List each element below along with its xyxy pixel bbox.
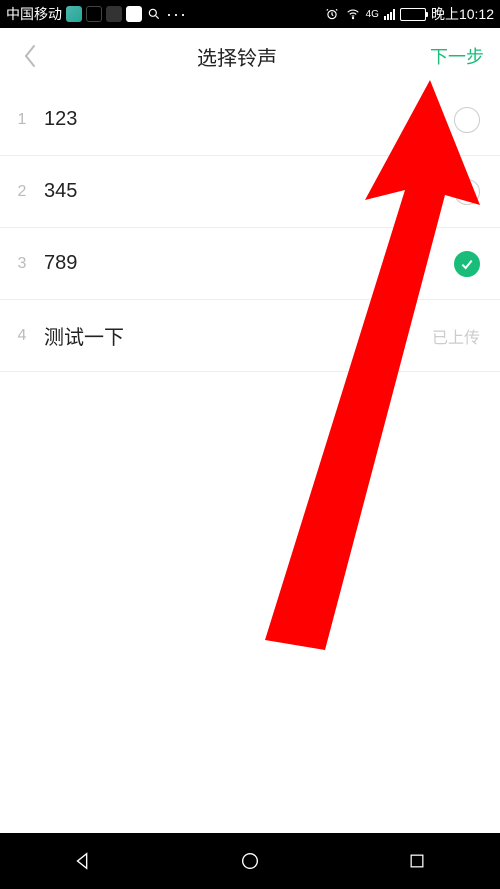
app-header: 选择铃声 下一步 (0, 28, 500, 84)
app-icon-3 (106, 6, 122, 22)
list-item-label: 测试一下 (44, 321, 432, 350)
app-icon-1 (66, 6, 82, 22)
list-item-number: 1 (0, 111, 44, 129)
back-button[interactable] (16, 42, 44, 70)
list-item-number: 2 (0, 183, 44, 201)
list-item[interactable]: 3 789 (0, 228, 500, 300)
status-bar: 中国移动 ··· 4G 晚上10:12 (0, 0, 500, 28)
list-item-number: 3 (0, 255, 44, 273)
more-dots-icon: ··· (166, 7, 187, 21)
alarm-icon (324, 6, 340, 22)
status-badge: 已上传 (432, 324, 480, 348)
list-item[interactable]: 4 测试一下 已上传 (0, 300, 500, 372)
list-item-label: 123 (44, 108, 454, 131)
next-button[interactable]: 下一步 (430, 43, 484, 69)
list-item-number: 4 (0, 327, 44, 345)
nav-back-button[interactable] (43, 841, 123, 881)
nav-recent-button[interactable] (377, 841, 457, 881)
app-icon-4 (126, 6, 142, 22)
page-title: 选择铃声 (44, 42, 430, 71)
system-nav-bar (0, 833, 500, 889)
list-item-label: 345 (44, 180, 454, 203)
nav-home-button[interactable] (210, 841, 290, 881)
status-left: 中国移动 ··· (6, 4, 187, 24)
clock: 晚上10:12 (431, 4, 494, 24)
signal-icon (384, 8, 395, 20)
list-item[interactable]: 1 123 (0, 84, 500, 156)
app-icon-2 (86, 6, 102, 22)
carrier-label: 中国移动 (6, 4, 62, 24)
status-right: 4G 晚上10:12 (324, 4, 494, 24)
radio-checked-icon[interactable] (454, 251, 480, 277)
radio-unchecked-icon[interactable] (454, 179, 480, 205)
network-label: 4G (366, 9, 379, 20)
list-item[interactable]: 2 345 (0, 156, 500, 228)
radio-unchecked-icon[interactable] (454, 107, 480, 133)
search-icon (146, 6, 162, 22)
list-item-label: 789 (44, 252, 454, 275)
ringtone-list: 1 123 2 345 3 789 4 测试一下 已上传 (0, 84, 500, 372)
battery-icon (400, 8, 426, 21)
wifi-icon (345, 6, 361, 22)
